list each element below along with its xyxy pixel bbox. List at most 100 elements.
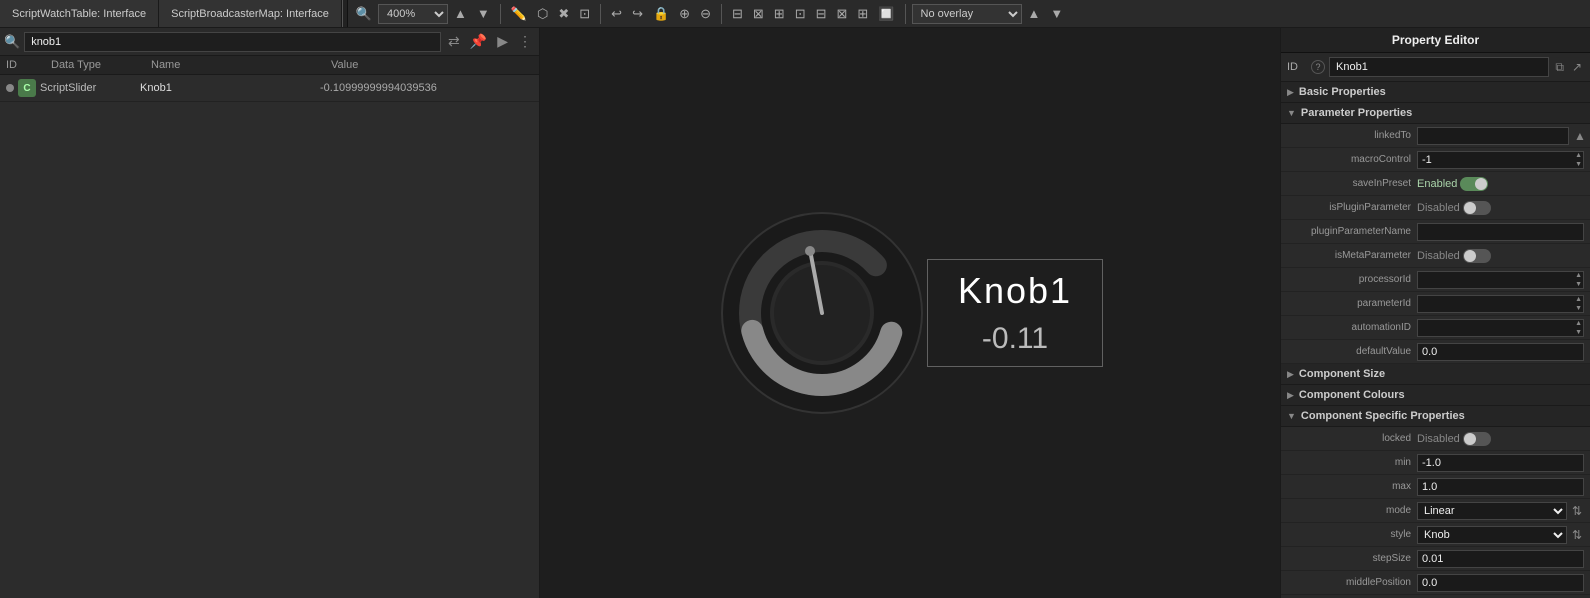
search-input[interactable] xyxy=(24,32,441,52)
redo-icon[interactable]: ↪ xyxy=(628,4,647,24)
toolbar-zoom-group: 🔍 400%50%100%200%800% ▲ ▼ xyxy=(348,4,498,24)
style-select[interactable]: KnobHorizontalVertical xyxy=(1417,526,1567,544)
style-arrows[interactable]: ⇅ xyxy=(1570,528,1584,542)
snap-icon[interactable]: ⊡ xyxy=(575,4,594,24)
align-left-icon[interactable]: ⊟ xyxy=(728,4,747,24)
more-btn[interactable]: ⋮ xyxy=(515,33,535,50)
distribute-v-icon[interactable]: ⊞ xyxy=(853,4,872,24)
pluginParameterName-input[interactable] xyxy=(1417,223,1584,241)
pin-btn[interactable]: 📌 xyxy=(467,33,490,50)
copy-btn[interactable]: ⧉ xyxy=(1553,60,1566,75)
table-header: ID Data Type Name Value xyxy=(0,56,539,75)
filter-btn[interactable]: ⇄ xyxy=(445,33,463,50)
linkedTo-input[interactable] xyxy=(1417,127,1569,145)
zoom-select[interactable]: 400%50%100%200%800% xyxy=(378,4,448,24)
defaultValue-input[interactable] xyxy=(1417,343,1584,361)
prop-parameterId: parameterId ▲ ▼ xyxy=(1281,292,1590,316)
automationID-up[interactable]: ▲ xyxy=(1574,319,1583,328)
max-input[interactable] xyxy=(1417,478,1584,496)
section-basic-properties[interactable]: ▶ Basic Properties xyxy=(1281,82,1590,103)
select-icon[interactable]: ⬡ xyxy=(533,4,552,24)
processorId-up[interactable]: ▲ xyxy=(1574,271,1583,280)
remove-icon[interactable]: ⊖ xyxy=(696,4,715,24)
play-btn[interactable]: ▶ xyxy=(494,33,511,50)
row-datatype: ScriptSlider xyxy=(40,82,140,94)
tab-scriptwatchtable[interactable]: ScriptWatchTable: Interface xyxy=(0,0,159,27)
section-component-specific[interactable]: ▼ Component Specific Properties xyxy=(1281,406,1590,427)
prop-pluginParameterName: pluginParameterName xyxy=(1281,220,1590,244)
undo-icon[interactable]: ↩ xyxy=(607,4,626,24)
row-indicator xyxy=(6,84,14,92)
processorId-spinner[interactable]: ▲ ▼ xyxy=(1417,271,1584,289)
prop-value-automationID: ▲ ▼ xyxy=(1417,319,1584,337)
table-row[interactable]: C ScriptSlider Knob1 -0.1099999999403953… xyxy=(0,75,539,102)
stepSize-input[interactable] xyxy=(1417,550,1584,568)
zoom-down-btn[interactable]: ▼ xyxy=(473,4,494,23)
saveInPreset-toggle[interactable] xyxy=(1460,177,1488,191)
help-btn[interactable]: ? xyxy=(1311,60,1325,74)
isMetaParameter-toggle[interactable] xyxy=(1463,249,1491,263)
tab-scriptbroadcastermap[interactable]: ScriptBroadcasterMap: Interface xyxy=(159,0,342,27)
parameterId-dn[interactable]: ▼ xyxy=(1574,304,1583,313)
distribute-h-icon[interactable]: ⊠ xyxy=(833,4,852,24)
linkedTo-arrow[interactable]: ▲ xyxy=(1572,129,1588,143)
zoom-icon[interactable]: 🔍 xyxy=(352,4,376,24)
middlePosition-input[interactable] xyxy=(1417,574,1584,592)
prop-locked: locked Disabled xyxy=(1281,427,1590,451)
align-top-icon[interactable]: ⊡ xyxy=(791,4,810,24)
isPluginParameter-toggle[interactable] xyxy=(1463,201,1491,215)
parameterId-input[interactable] xyxy=(1418,296,1574,312)
knob-svg[interactable] xyxy=(717,208,927,418)
automationID-spinner[interactable]: ▲ ▼ xyxy=(1417,319,1584,337)
min-input[interactable] xyxy=(1417,454,1584,472)
section-parameter-properties[interactable]: ▼ Parameter Properties xyxy=(1281,103,1590,124)
processorId-input[interactable] xyxy=(1418,272,1574,288)
prop-value-stepSize xyxy=(1417,550,1584,568)
overlay-up-btn[interactable]: ▲ xyxy=(1024,4,1045,23)
prop-name-stepSize: stepSize xyxy=(1287,553,1417,564)
add-icon[interactable]: ⊕ xyxy=(675,4,694,24)
prop-id-row: ID ? ⧉ ↗ xyxy=(1281,53,1590,82)
overlay-down-btn[interactable]: ▼ xyxy=(1046,4,1067,23)
mode-arrows[interactable]: ⇅ xyxy=(1570,504,1584,518)
parameterId-up[interactable]: ▲ xyxy=(1574,295,1583,304)
link-btn[interactable]: ↗ xyxy=(1570,60,1584,74)
row-type-badge: C xyxy=(18,79,36,97)
id-input[interactable] xyxy=(1329,57,1549,77)
prop-value-middlePosition xyxy=(1417,574,1584,592)
align-right-icon[interactable]: ⊞ xyxy=(770,4,789,24)
align-bottom-icon[interactable]: ⊟ xyxy=(812,4,831,24)
locked-toggle[interactable] xyxy=(1463,432,1491,446)
automationID-input[interactable] xyxy=(1418,320,1574,336)
align-center-icon[interactable]: ⊠ xyxy=(749,4,768,24)
prop-linkedTo: linkedTo ▲ ▼ xyxy=(1281,124,1590,148)
section-title-param: Parameter Properties xyxy=(1301,107,1412,119)
parameterId-spinner[interactable]: ▲ ▼ xyxy=(1417,295,1584,313)
prop-value-isPluginParameter: Disabled xyxy=(1417,201,1584,215)
mode-select[interactable]: LinearLogarithmicDiscrete xyxy=(1417,502,1567,520)
macroControl-dn[interactable]: ▼ xyxy=(1574,160,1583,169)
resize-icon[interactable]: 🔲 xyxy=(874,4,898,24)
isPluginParameter-text: Disabled xyxy=(1417,202,1460,214)
prop-max: max xyxy=(1281,475,1590,499)
processorId-dn[interactable]: ▼ xyxy=(1574,280,1583,289)
macroControl-spinner[interactable]: ▲ ▼ xyxy=(1417,151,1584,169)
macroControl-input[interactable] xyxy=(1418,152,1574,168)
prop-name-isMetaParameter: isMetaParameter xyxy=(1287,250,1417,261)
zoom-up-btn[interactable]: ▲ xyxy=(450,4,471,23)
prop-value-mode: LinearLogarithmicDiscrete ⇅ xyxy=(1417,502,1584,520)
parameterId-arrows: ▲ ▼ xyxy=(1574,295,1583,313)
pencil-icon[interactable]: ✏️ xyxy=(507,4,531,24)
prop-style: style KnobHorizontalVertical ⇅ xyxy=(1281,523,1590,547)
section-component-size[interactable]: ▶ Component Size xyxy=(1281,364,1590,385)
search-icon[interactable]: 🔍 xyxy=(4,34,20,50)
delete-icon[interactable]: ✖ xyxy=(554,4,573,24)
prop-name-macroControl: macroControl xyxy=(1287,154,1417,165)
lock-icon[interactable]: 🔒 xyxy=(649,4,673,24)
triangle-colours: ▶ xyxy=(1287,390,1294,401)
macroControl-up[interactable]: ▲ xyxy=(1574,151,1583,160)
automationID-dn[interactable]: ▼ xyxy=(1574,328,1583,337)
section-component-colours[interactable]: ▶ Component Colours xyxy=(1281,385,1590,406)
prop-value-macroControl: ▲ ▼ xyxy=(1417,151,1584,169)
overlay-select[interactable]: No overlayOverlay 1 xyxy=(912,4,1022,24)
